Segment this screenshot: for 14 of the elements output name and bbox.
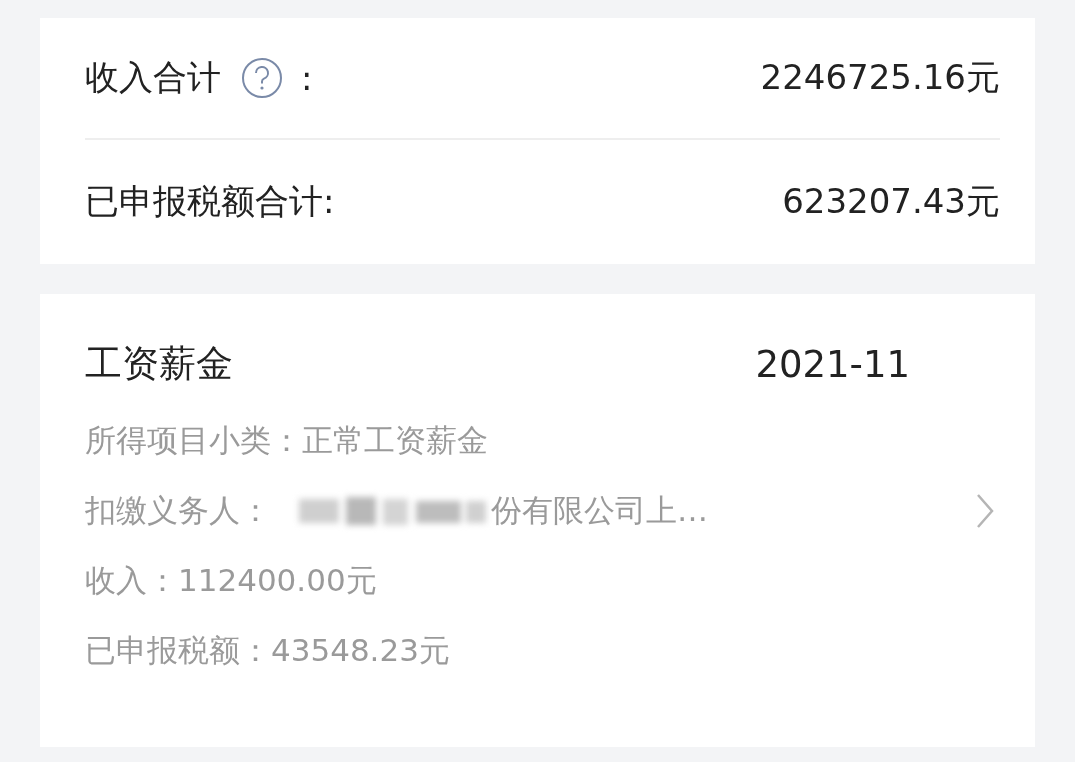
- help-icon[interactable]: [241, 57, 283, 99]
- income-record-card[interactable]: 工资薪金 2021-11 所得项目小类：正常工资薪金 扣缴义务人： 份有限公司上… 收入：112400.00元 已申报税额：43548.23元: [40, 294, 1035, 747]
- record-period: 2021-11: [755, 342, 910, 386]
- summary-value: 2246725.16元: [760, 56, 1000, 99]
- colon: :: [301, 58, 313, 98]
- detail-label: 扣缴义务人：: [85, 491, 271, 530]
- withholder-name: 份有限公司上…: [491, 491, 708, 530]
- detail-text: 所得项目小类：正常工资薪金: [85, 421, 488, 460]
- summary-label: 已申报税额合计:: [85, 180, 335, 223]
- detail-text: 已申报税额：43548.23元: [85, 631, 450, 670]
- summary-label: 收入合计: [85, 56, 221, 99]
- summary-value: 623207.43元: [782, 180, 1000, 223]
- detail-text: 收入：112400.00元: [85, 561, 377, 600]
- record-title: 工资薪金: [85, 341, 233, 387]
